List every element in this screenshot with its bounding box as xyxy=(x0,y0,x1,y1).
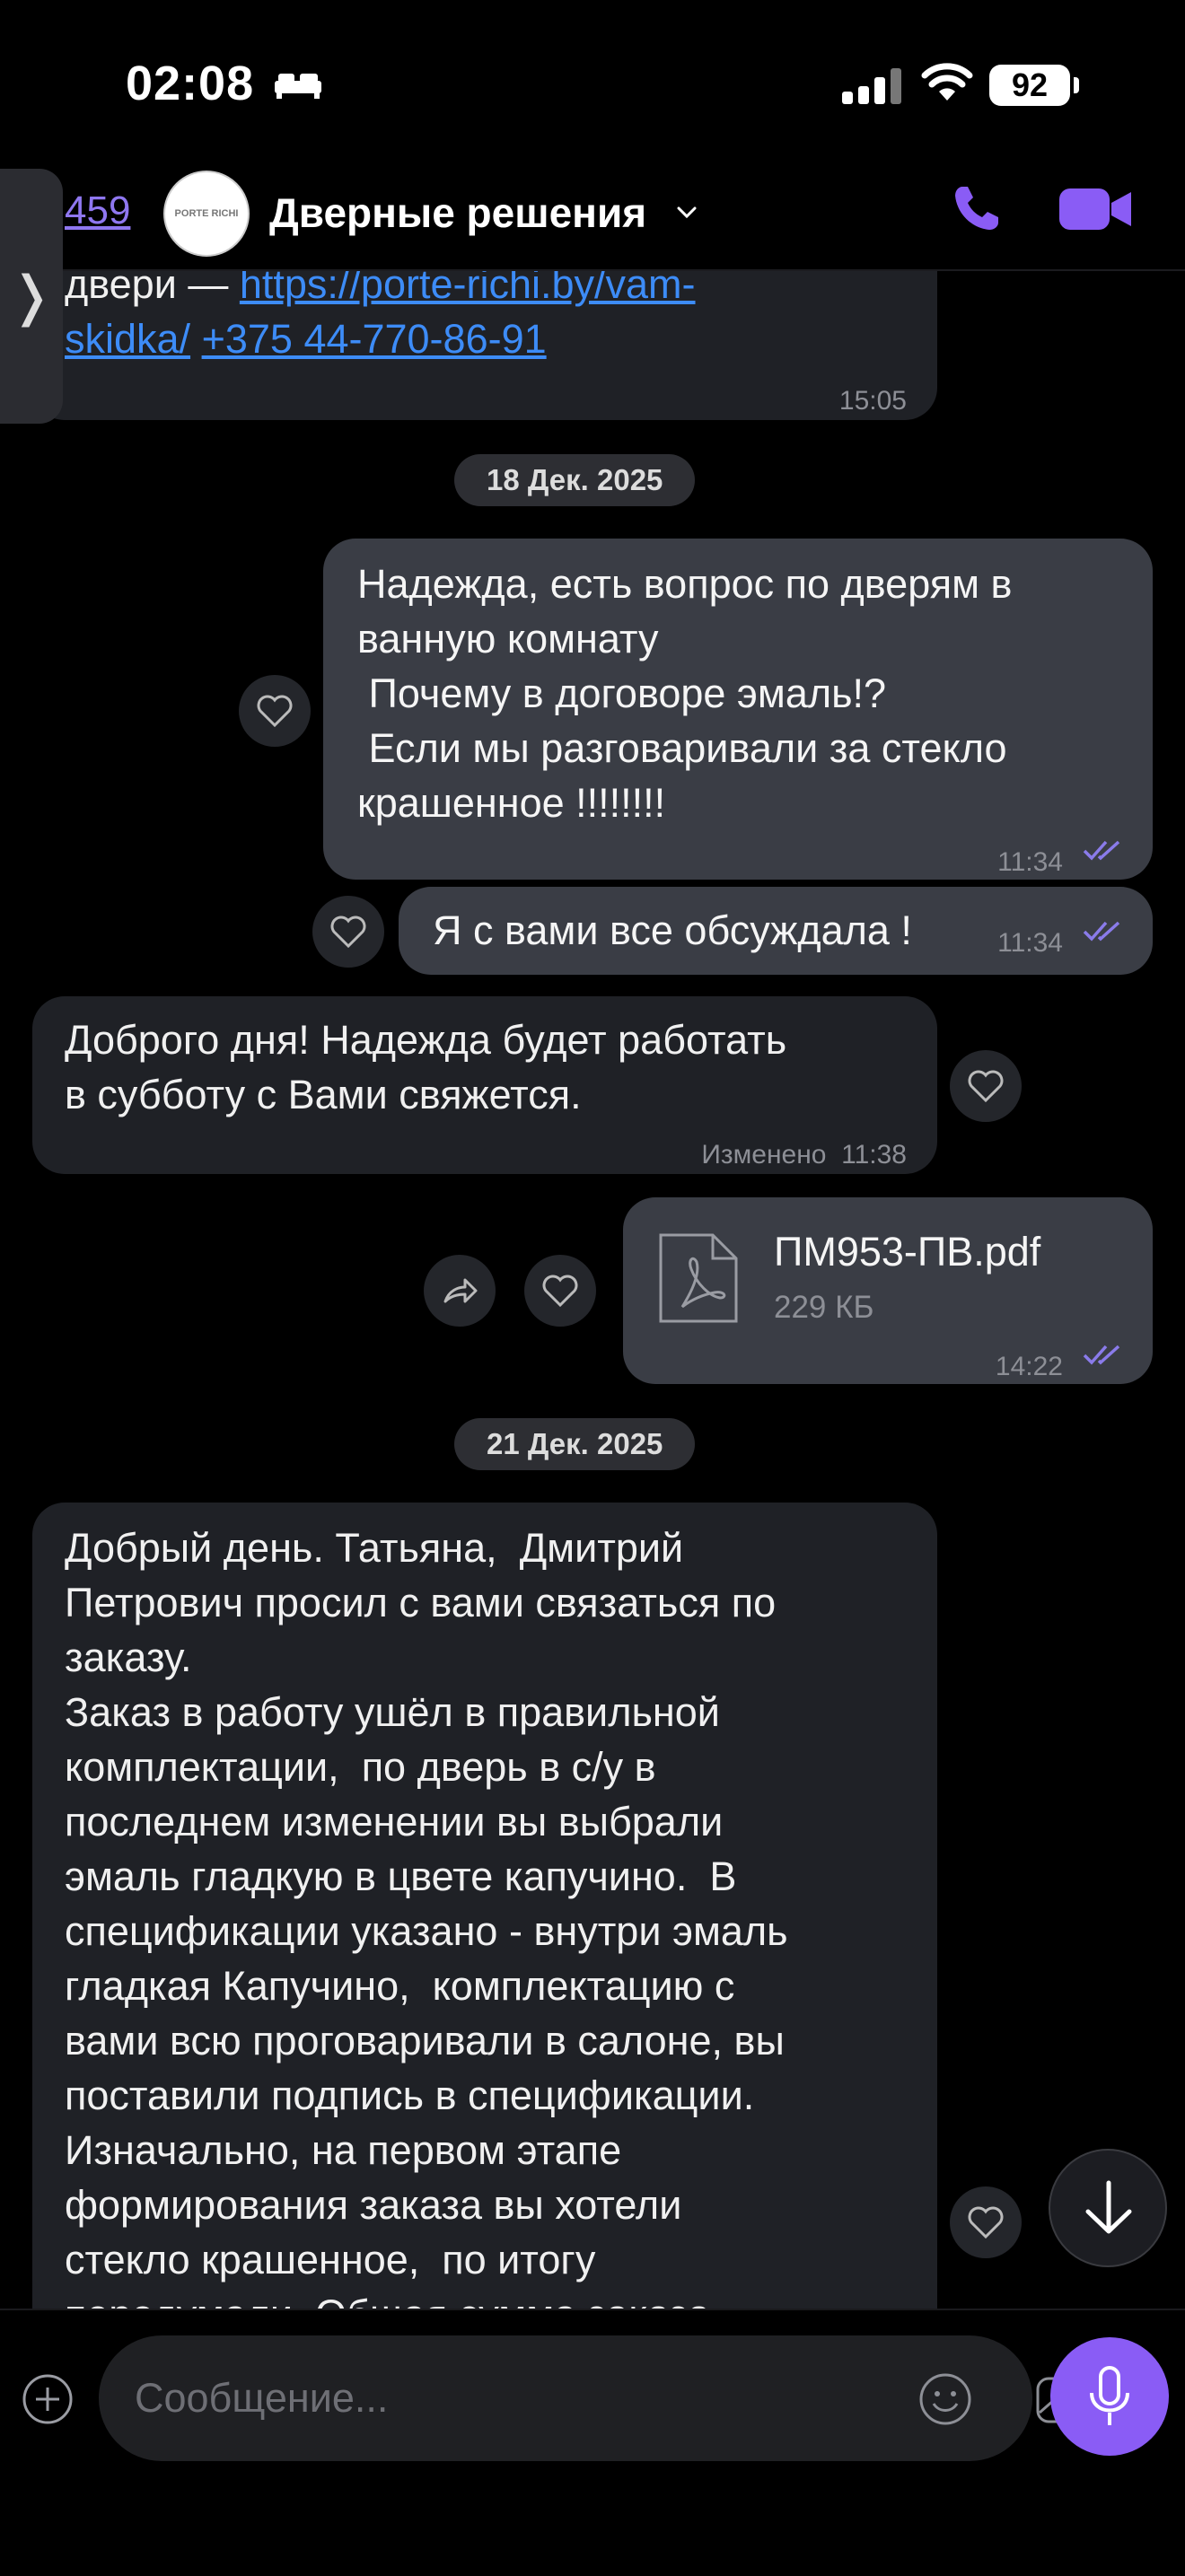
message-line: гладкая Капучино, комплектацию с xyxy=(65,1963,735,2009)
react-heart-button[interactable] xyxy=(950,1050,1022,1122)
emoji-icon[interactable] xyxy=(917,2371,973,2427)
side-panel-handle[interactable]: ❭ xyxy=(0,169,63,424)
status-bar: 02:08 92 xyxy=(0,0,1185,162)
status-time: 02:08 xyxy=(126,57,255,110)
heart-icon xyxy=(968,1070,1004,1102)
message-line: Заказ в работу ушёл в правильной xyxy=(65,1689,720,1735)
pdf-file-icon xyxy=(659,1233,738,1323)
react-heart-button[interactable] xyxy=(312,896,384,968)
link-phone[interactable]: +375 44-770-86-91 xyxy=(202,316,547,362)
message-line: эмаль гладкую в цвете капучино. В xyxy=(65,1853,737,1899)
scroll-to-bottom-button[interactable] xyxy=(1049,2149,1167,2267)
message-line: крашенное !!!!!!!! xyxy=(357,780,666,826)
heart-icon xyxy=(542,1275,578,1307)
message-line: Надежда, есть вопрос по дверям в xyxy=(357,561,1013,607)
message-outgoing-file[interactable]: ПМ953-ПВ.pdf 229 КБ 14:22 xyxy=(623,1197,1153,1384)
message-line: Почему в договоре эмаль!? xyxy=(357,670,887,716)
message-line: спецификации указано - внутри эмаль xyxy=(65,1908,788,1954)
phone-call-icon[interactable] xyxy=(950,181,1004,235)
wifi-icon xyxy=(921,63,973,101)
battery-indicator: 92 xyxy=(989,65,1079,106)
message-line: последнем изменении вы выбрали xyxy=(65,1799,724,1844)
heart-icon xyxy=(257,695,293,727)
react-heart-button[interactable] xyxy=(524,1255,596,1327)
message-time: 11:38 xyxy=(841,1140,907,1170)
message-line: Петрович просил с вами связаться по xyxy=(65,1580,777,1625)
file-name: ПМ953-ПВ.pdf xyxy=(774,1229,1041,1275)
message-incoming-reply: Доброго дня! Надежда будет работать в су… xyxy=(32,996,937,1174)
message-line: Добрый день. Татьяна, Дмитрий xyxy=(65,1525,684,1571)
message-time: 11:34 xyxy=(997,928,1063,958)
message-incoming-long: Добрый день. Татьяна, Дмитрий Петрович пр… xyxy=(32,1503,937,2364)
react-heart-button[interactable] xyxy=(950,2186,1022,2258)
message-line: поставили подпись в спецификации. xyxy=(65,2072,755,2118)
message-time: 11:34 xyxy=(997,847,1063,877)
heart-icon xyxy=(968,2206,1004,2239)
react-heart-button[interactable] xyxy=(239,675,311,747)
message-line: Доброго дня! Надежда будет работать xyxy=(65,1017,787,1063)
heart-icon xyxy=(330,916,366,948)
message-input[interactable]: Сообщение... xyxy=(99,2335,1090,2461)
chat-title[interactable]: Дверные решения xyxy=(269,188,646,237)
avatar[interactable]: PORTE RICHI xyxy=(163,171,250,257)
forward-icon xyxy=(443,1278,478,1303)
file-size: 229 КБ xyxy=(774,1290,874,1325)
message-time: 14:22 xyxy=(995,1352,1063,1381)
date-separator: 21 Дек. 2025 xyxy=(454,1418,696,1470)
message-line: формирования заказа вы хотели xyxy=(65,2182,682,2228)
chevron-down-icon[interactable] xyxy=(677,206,697,219)
message-line: ванную комнату xyxy=(357,616,659,662)
voice-record-button[interactable] xyxy=(1050,2337,1169,2456)
message-line: Изначально, на первом этапе xyxy=(65,2127,622,2173)
read-ticks-icon xyxy=(1083,840,1120,861)
message-outgoing-question: Надежда, есть вопрос по дверям в ванную … xyxy=(323,539,1153,880)
back-unread-count[interactable]: 459 xyxy=(65,188,130,233)
date-separator: 18 Дек. 2025 xyxy=(454,454,696,506)
message-line: заказу. xyxy=(65,1634,192,1680)
arrow-down-icon xyxy=(1085,2180,1132,2234)
message-edited-time: Изменено 11:38 xyxy=(701,1127,907,1182)
message-line: Если мы разговаривали за стекло xyxy=(357,725,1007,771)
message-composer: Сообщение... xyxy=(0,2309,1185,2576)
plus-icon[interactable] xyxy=(22,2373,74,2425)
read-ticks-icon xyxy=(1083,921,1120,942)
message-line: вами всю проговаривали в салоне, вы xyxy=(65,2018,785,2063)
message-text: Я с вами все обсуждала ! xyxy=(433,907,912,953)
message-time: 15:05 xyxy=(838,386,907,416)
video-call-icon[interactable] xyxy=(1058,185,1133,233)
read-ticks-icon xyxy=(1083,1345,1120,1365)
message-line: в субботу с Вами свяжется. xyxy=(65,1072,582,1117)
microphone-icon xyxy=(1090,2366,1129,2425)
edited-label: Изменено xyxy=(701,1140,827,1170)
message-line: стекло крашенное, по итогу xyxy=(65,2237,596,2282)
chat-header: 459 PORTE RICHI Дверные решения xyxy=(0,162,1185,271)
message-input-placeholder: Сообщение... xyxy=(135,2375,389,2421)
message-text-lines: Добрый день. Татьяна, Дмитрий Петрович пр… xyxy=(65,1520,905,2342)
cellular-signal-icon xyxy=(842,68,901,104)
message-line: комплектации, по дверь в с/у в xyxy=(65,1744,656,1790)
bed-icon xyxy=(275,74,321,99)
forward-button[interactable] xyxy=(424,1255,496,1327)
message-outgoing-short: Я с вами все обсуждала ! 11:34 xyxy=(399,887,1153,975)
